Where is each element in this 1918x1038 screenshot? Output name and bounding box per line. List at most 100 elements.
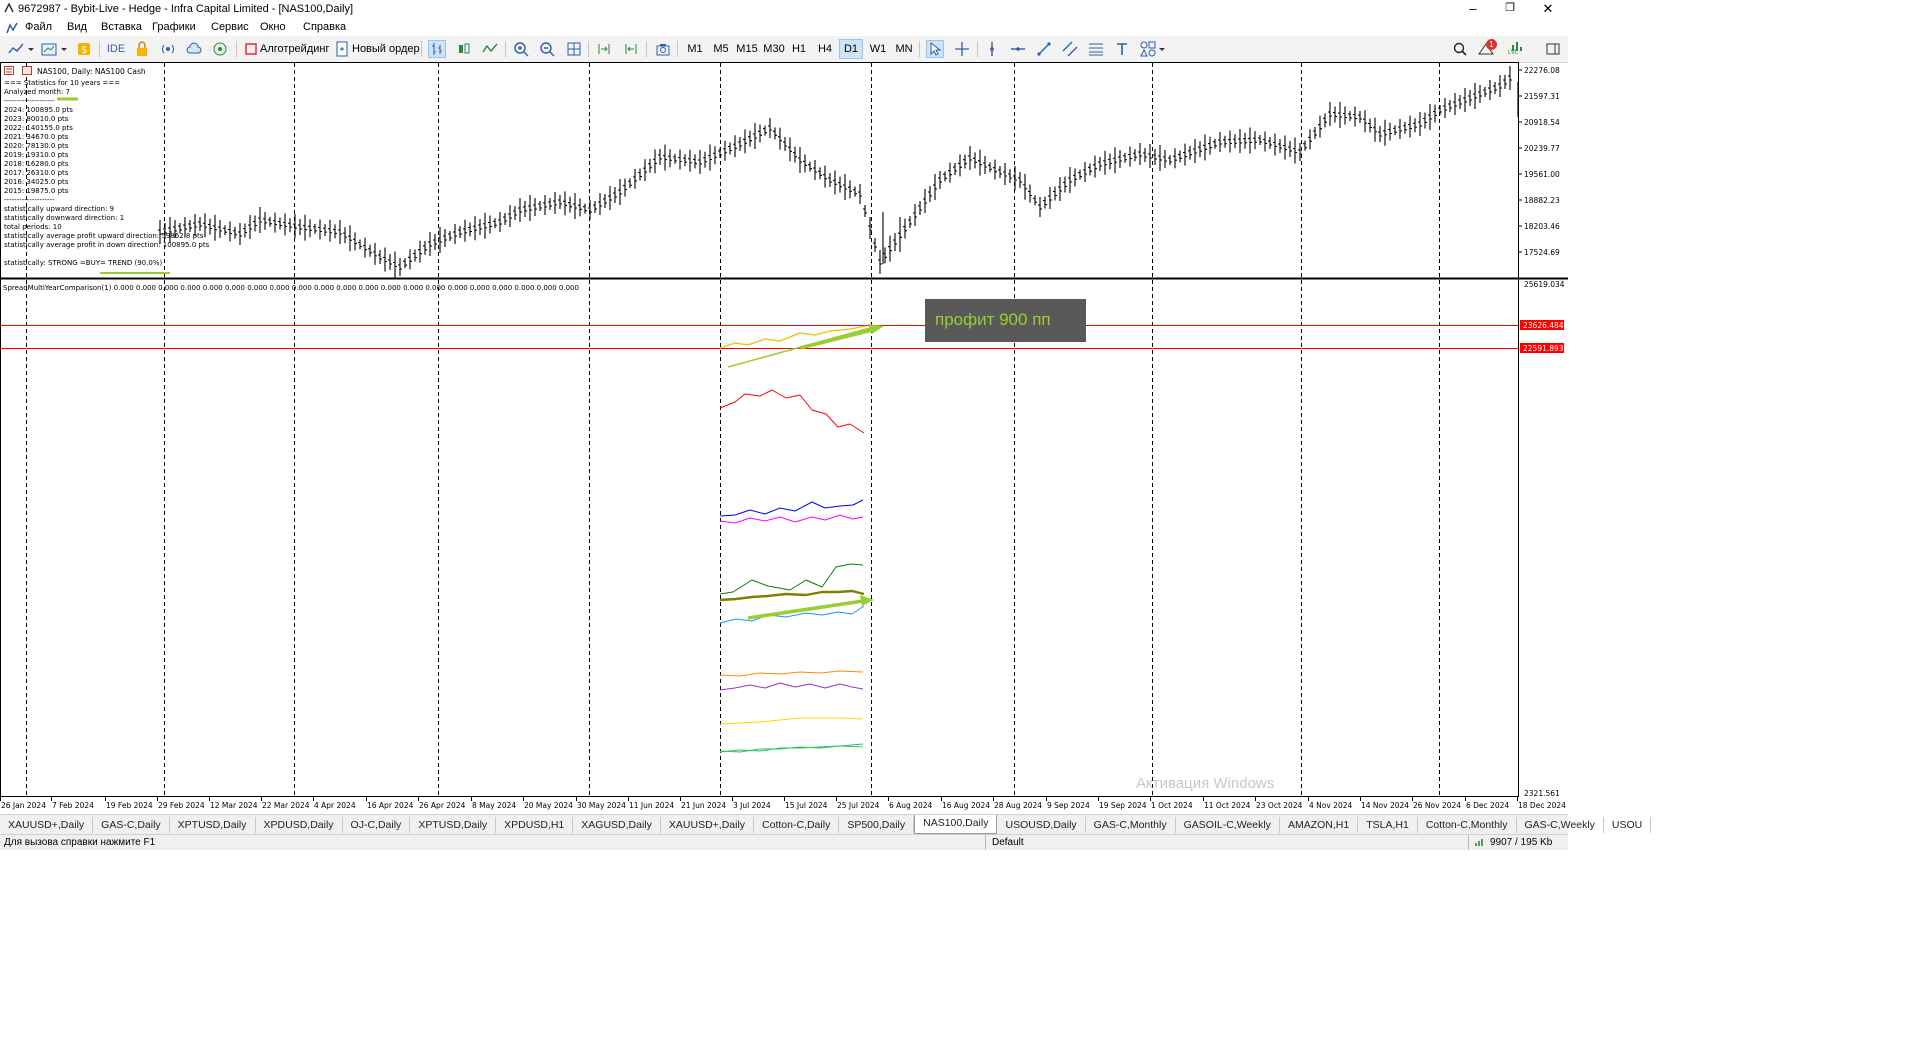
timeframe-m15[interactable]: M15 (734, 40, 760, 58)
chart-symbol-icon (22, 66, 32, 75)
stats-line: -------------------- (4, 97, 55, 105)
new-chart-icon[interactable] (41, 41, 57, 57)
horizontal-line-icon[interactable] (1010, 41, 1026, 57)
stats-line: statistically upward direction: 9 (4, 205, 115, 213)
chart-tab[interactable]: AMAZON,H1 (1280, 817, 1359, 833)
chart-tab[interactable]: Cotton-C,Daily (754, 817, 840, 833)
search-icon[interactable] (1452, 41, 1468, 57)
notification-badge: 1 (1486, 39, 1497, 50)
channel-icon[interactable] (1062, 41, 1078, 57)
new-chart-dropdown-icon[interactable] (60, 41, 68, 57)
trendline-icon[interactable] (1036, 41, 1052, 57)
chart-tab[interactable]: GAS-C,Monthly (1086, 817, 1176, 833)
timeframe-d1[interactable]: D1 (839, 39, 863, 59)
menu-bar: Файл Вид Вставка Графики Сервис Окно Спр… (0, 19, 1568, 36)
crosshair-icon[interactable] (954, 41, 970, 57)
status-profile[interactable]: Default (992, 837, 1024, 848)
chart-canvas[interactable]: 22276.08 21597.31 20918.54 20239.77 19561.00… (0, 62, 1568, 812)
chart-tab[interactable]: XAUUSD+,Daily (661, 817, 755, 833)
menu-charts[interactable]: Графики (152, 21, 196, 33)
menu-file[interactable]: Файл (25, 21, 52, 33)
indicator-series-line (719, 563, 864, 595)
chart-tab[interactable]: USOUSD,Daily (997, 817, 1086, 833)
new-order-button[interactable]: Новый ордер (352, 40, 420, 58)
cursor-icon[interactable] (926, 40, 944, 58)
chart-window[interactable]: 22276.08 21597.31 20918.54 20239.77 19561.00… (0, 62, 1568, 812)
shapes-dropdown-icon[interactable] (1158, 41, 1166, 57)
timeframe-h1[interactable]: H1 (789, 40, 809, 58)
timeframe-m1[interactable]: M1 (684, 40, 706, 58)
chart-tab[interactable]: XAGUSD,Daily (573, 817, 661, 833)
chart-tab[interactable]: XPDUSD,Daily (256, 817, 343, 833)
algo-trading-icon[interactable] (243, 41, 259, 57)
app-icon (4, 2, 14, 13)
new-order-icon[interactable] (334, 41, 350, 57)
timeframe-m5[interactable]: M5 (710, 40, 732, 58)
candlestick-icon[interactable] (456, 41, 472, 57)
date-label: 14 Nov 2024 (1361, 801, 1409, 810)
menu-help[interactable]: Справка (303, 21, 346, 33)
fibonacci-icon[interactable] (1088, 41, 1104, 57)
stats-line: 2020: 78130.0 pts (4, 142, 69, 150)
menu-view[interactable]: Вид (67, 21, 87, 33)
screenshot-icon[interactable] (655, 41, 671, 57)
vertical-line-icon[interactable] (984, 41, 1000, 57)
chart-type-icon[interactable] (8, 41, 24, 57)
price-label: 19561.00 (1524, 170, 1560, 179)
status-bar: Для вызова справки нажмите F1 Default 99… (0, 834, 1568, 850)
price-label: 20918.54 (1524, 118, 1560, 127)
close-button[interactable]: ✕ (1538, 1, 1558, 17)
chart-tab[interactable]: NAS100,Daily (914, 815, 998, 834)
date-label: 15 Jul 2024 (785, 801, 828, 810)
signal-icon[interactable] (160, 41, 176, 57)
menu-tools[interactable]: Сервис (211, 21, 249, 33)
date-label: 22 Mar 2024 (262, 801, 310, 810)
cloud-icon[interactable] (186, 41, 202, 57)
lock-icon[interactable] (134, 41, 150, 57)
timeframe-m30[interactable]: M30 (761, 40, 787, 58)
stats-line: 2023: 80010.0 pts (4, 115, 69, 123)
profit-annotation[interactable]: профит 900 пп (925, 299, 1086, 342)
chart-tab[interactable]: GAS-C,Daily (93, 817, 170, 833)
chart-tab[interactable]: XPTUSD,Daily (170, 817, 256, 833)
timeframe-h4[interactable]: H4 (815, 40, 835, 58)
indicator-label: SpreadMultiYearComparison(1) 0.000 0.000… (3, 284, 579, 292)
bar-chart-icon[interactable] (428, 40, 446, 58)
chart-tab[interactable]: XPTUSD,Daily (410, 817, 497, 833)
chart-tabs: XAUUSD+,Daily GAS-C,Daily XPTUSD,Daily XPDU… (0, 814, 1652, 835)
chart-tab[interactable]: GASOIL-C,Weekly (1176, 817, 1280, 833)
chart-dropdown-icon[interactable] (27, 41, 35, 57)
price-bars-spikes (882, 82, 1519, 264)
timeframe-mn[interactable]: MN (892, 40, 916, 58)
zoom-in-icon[interactable] (513, 41, 529, 57)
ide-button[interactable]: IDE (106, 40, 126, 58)
chart-tab[interactable]: OJ-C,Daily (343, 817, 411, 833)
chart-tab[interactable]: TSLA,H1 (1358, 817, 1418, 833)
chart-shift-icon[interactable] (596, 41, 612, 57)
minimize-button[interactable]: – (1463, 1, 1483, 16)
shapes-icon[interactable] (1140, 41, 1156, 57)
zoom-out-icon[interactable] (539, 41, 555, 57)
autoscroll-icon[interactable] (623, 41, 639, 57)
date-label: 1 Oct 2024 (1151, 801, 1193, 810)
chart-tab[interactable]: XPDUSD,H1 (496, 817, 574, 833)
line-chart-icon[interactable] (482, 41, 498, 57)
restore-button[interactable]: ❐ (1500, 1, 1520, 14)
date-label: 29 Feb 2024 (158, 801, 205, 810)
chart-tab[interactable]: GAS-C,Weekly (1517, 817, 1604, 833)
chart-tab[interactable]: SP500,Daily (839, 817, 915, 833)
market-watch-icon[interactable]: $ (76, 41, 92, 57)
algo-trading-button[interactable]: Алготрейдинг (260, 40, 329, 58)
menu-window[interactable]: Окно (260, 21, 286, 33)
panel-toggle-icon[interactable] (1545, 41, 1561, 57)
chart-menu-icon[interactable] (4, 66, 14, 75)
chart-tab[interactable]: XAUUSD+,Daily (0, 817, 94, 833)
chart-header: NAS100, Daily: NAS100 Cash (37, 67, 146, 76)
chart-tab[interactable]: USOU (1604, 817, 1652, 833)
chart-tab[interactable]: Cotton-C,Monthly (1418, 817, 1517, 833)
timeframe-w1[interactable]: W1 (867, 40, 889, 58)
menu-insert[interactable]: Вставка (101, 21, 142, 33)
tile-windows-icon[interactable] (566, 41, 582, 57)
vps-icon[interactable] (212, 41, 228, 57)
text-tool-icon[interactable] (1114, 41, 1130, 57)
